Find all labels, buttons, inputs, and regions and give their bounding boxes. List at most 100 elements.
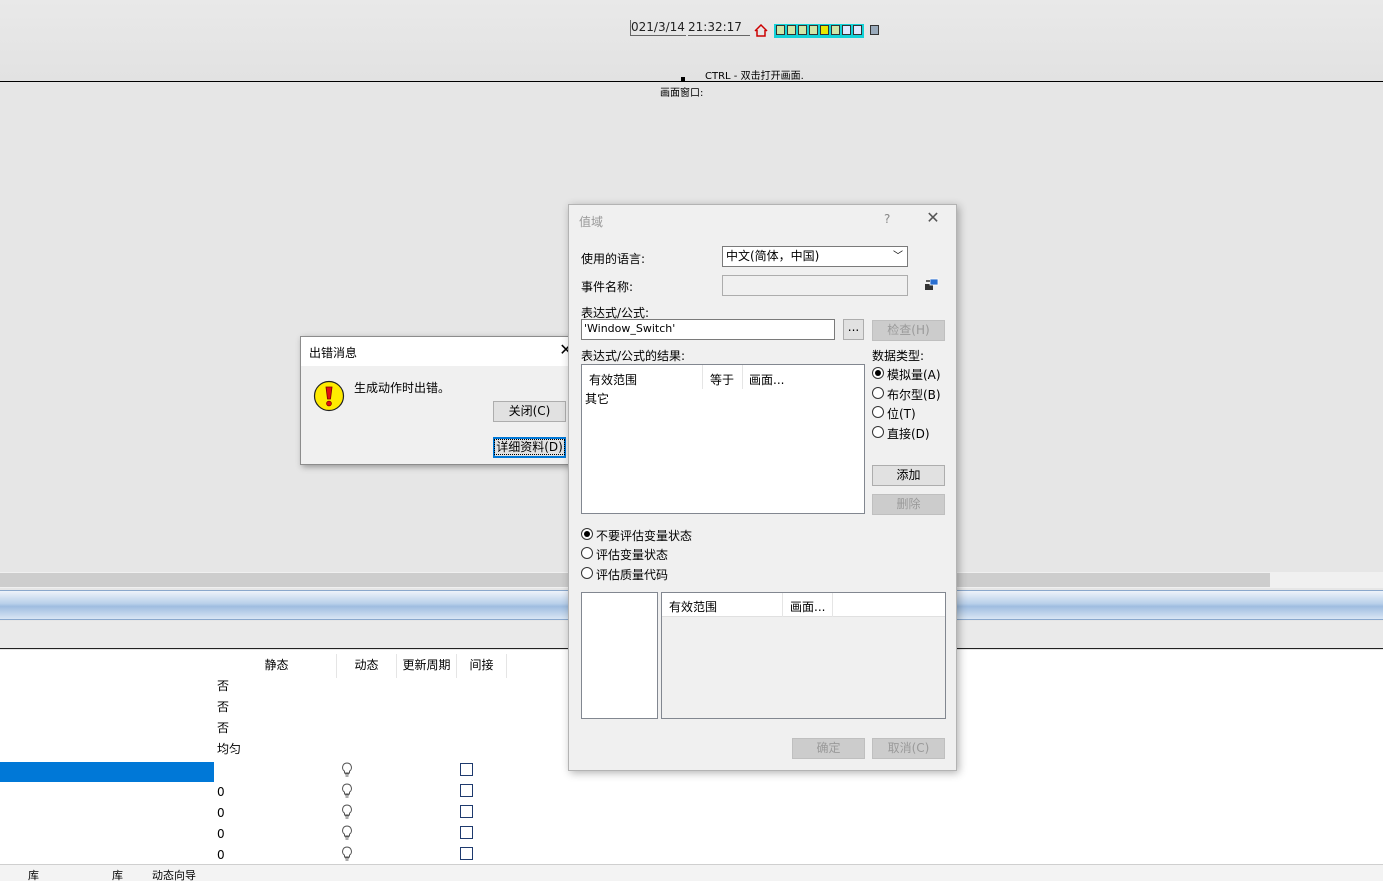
column-divider [702, 365, 703, 389]
column-header-indirect[interactable]: 间接 [457, 654, 507, 678]
tray-icon-8[interactable] [853, 25, 862, 35]
column-divider [782, 593, 783, 617]
table-cell-static[interactable]: 0 [217, 827, 225, 841]
indirect-checkbox[interactable] [460, 763, 473, 776]
dialog-title: 值域 [579, 215, 604, 229]
error-dialog-titlebar[interactable]: 出错消息 ✕ [301, 337, 578, 366]
table-cell-static[interactable]: 均匀 [217, 742, 241, 756]
error-icon [313, 380, 345, 412]
home-icon[interactable] [754, 24, 768, 37]
status-column-screen[interactable]: 画面... [790, 598, 825, 615]
status-result-list[interactable]: 有效范围 画面... [661, 592, 946, 719]
result-column-range[interactable]: 有效范围 [589, 371, 637, 388]
lightbulb-icon[interactable] [341, 825, 353, 841]
data-type-bit-label[interactable]: 位(T) [887, 405, 916, 422]
close-button[interactable]: 关闭(C) [493, 401, 566, 422]
table-cell-static[interactable]: 否 [217, 700, 229, 714]
event-name-label: 事件名称: [581, 280, 634, 294]
close-icon[interactable]: ✕ [924, 209, 942, 227]
column-header-static[interactable]: 静态 [217, 654, 337, 678]
status-result-header: 有效范围 画面... [662, 593, 945, 617]
browse-button[interactable]: ... [843, 319, 864, 340]
check-button[interactable]: 检查(H) [872, 320, 945, 341]
help-icon[interactable]: ? [884, 212, 890, 226]
lightbulb-icon[interactable] [341, 846, 353, 862]
result-list[interactable]: 有效范围 等于 画面... 其它 [581, 364, 865, 514]
no-eval-label[interactable]: 不要评估变量状态 [596, 527, 692, 544]
data-type-direct-label[interactable]: 直接(D) [887, 425, 930, 442]
result-column-equals[interactable]: 等于 [710, 371, 734, 388]
delete-button[interactable]: 删除 [872, 494, 945, 515]
tray-icon-9[interactable] [870, 25, 879, 35]
eval-quality-code-radio[interactable] [581, 567, 593, 579]
lightbulb-icon[interactable] [341, 783, 353, 799]
value-range-dialog: 值域 ? ✕ 使用的语言: 中文(简体，中国) ﹀ 事件名称: 表达式/公式: … [568, 204, 957, 771]
screen-canvas: 021/3/14 21:32:17 CTRL - 双击打开画面. [0, 0, 1383, 82]
result-column-screen[interactable]: 画面... [749, 371, 784, 388]
table-cell-static[interactable]: 0 [217, 785, 225, 799]
tray-icon-6[interactable] [831, 25, 840, 35]
time-display: 21:32:17 [688, 20, 750, 36]
table-cell-static[interactable]: 0 [217, 806, 225, 820]
lightbulb-icon[interactable] [341, 804, 353, 820]
column-divider [742, 365, 743, 389]
column-header-update-cycle[interactable]: 更新周期 [397, 654, 457, 678]
eval-quality-code-label[interactable]: 评估质量代码 [596, 566, 668, 583]
error-message: 生成动作时出错。 [354, 381, 451, 395]
data-type-direct-radio[interactable] [872, 426, 884, 438]
table-cell-static[interactable]: 0 [217, 848, 225, 862]
status-column-range[interactable]: 有效范围 [669, 598, 717, 615]
lightbulb-icon[interactable] [341, 762, 353, 778]
indirect-checkbox[interactable] [460, 847, 473, 860]
table-cell-static[interactable]: 否 [217, 721, 229, 735]
selected-table-row[interactable] [0, 762, 214, 782]
ok-button[interactable]: 确定 [792, 738, 865, 759]
tray-icon-4[interactable] [809, 25, 818, 35]
language-select-value: 中文(简体，中国) [726, 249, 820, 263]
no-eval-radio[interactable] [581, 528, 593, 540]
expression-input[interactable]: 'Window_Switch' [581, 319, 835, 340]
indirect-checkbox[interactable] [460, 784, 473, 797]
language-select[interactable]: 中文(简体，中国) ﹀ [722, 246, 908, 267]
details-button[interactable]: 详细资料(D) [493, 437, 566, 458]
data-type-bool-radio[interactable] [872, 387, 884, 399]
tray-icon-5[interactable] [820, 25, 829, 35]
eval-tag-status-label[interactable]: 评估变量状态 [596, 546, 668, 563]
tab-dynamic-wizard[interactable]: 动态向导 [152, 867, 196, 881]
tray-icon-3[interactable] [798, 25, 807, 35]
status-tray [752, 24, 888, 38]
result-label: 表达式/公式的结果: [581, 349, 686, 363]
table-cell-static[interactable]: 否 [217, 679, 229, 693]
column-header-dynamic[interactable]: 动态 [337, 654, 397, 678]
eval-tag-status-radio[interactable] [581, 547, 593, 559]
tab-library-2[interactable]: 库 [112, 867, 123, 881]
event-name-field[interactable] [722, 275, 908, 296]
error-dialog-title: 出错消息 [309, 346, 358, 360]
tray-icon-2[interactable] [787, 25, 796, 35]
indirect-checkbox[interactable] [460, 826, 473, 839]
ctrl-hint-text: CTRL - 双击打开画面. [705, 71, 804, 82]
data-type-analog-label[interactable]: 模拟量(A) [887, 366, 941, 383]
screen-window-label: 画面窗口: [660, 88, 704, 99]
data-type-label: 数据类型: [872, 349, 925, 363]
tag-select-icon[interactable] [924, 277, 940, 291]
add-button[interactable]: 添加 [872, 465, 945, 486]
date-display: 021/3/14 [630, 20, 686, 36]
tray-icon-1[interactable] [776, 25, 785, 35]
list-item[interactable]: 其它 [585, 390, 609, 407]
chevron-down-icon: ﹀ [893, 251, 903, 262]
tray-icon-7[interactable] [842, 25, 851, 35]
selection-handle[interactable] [681, 77, 685, 81]
bottom-tab-strip: 库 库 动态向导 [0, 864, 1383, 881]
details-button-label: 详细资料(D) [494, 439, 565, 455]
data-type-analog-radio[interactable] [872, 367, 884, 379]
status-list[interactable] [581, 592, 658, 719]
data-type-bool-label[interactable]: 布尔型(B) [887, 386, 941, 403]
cancel-button[interactable]: 取消(C) [872, 738, 945, 759]
language-label: 使用的语言: [581, 252, 646, 266]
indirect-checkbox[interactable] [460, 805, 473, 818]
tab-library[interactable]: 库 [28, 867, 39, 881]
data-type-bit-radio[interactable] [872, 406, 884, 418]
error-dialog: 出错消息 ✕ 生成动作时出错。 关闭(C) 详细资料(D) [300, 336, 579, 465]
column-divider [832, 593, 833, 617]
